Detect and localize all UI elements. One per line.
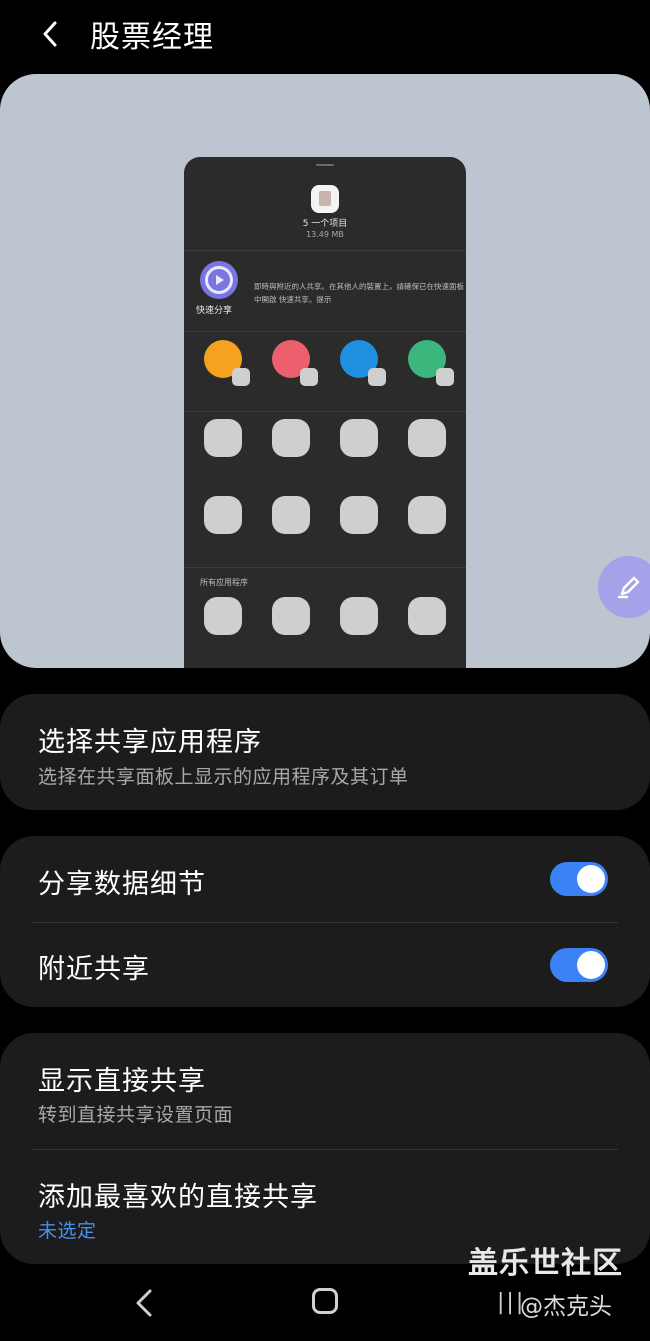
app-icon-placeholder xyxy=(408,496,446,534)
system-nav-bar: ||| xyxy=(0,1270,650,1341)
app-icon-placeholder xyxy=(204,419,242,457)
app-icon-placeholder xyxy=(272,496,310,534)
nav-back-button[interactable] xyxy=(132,1286,156,1324)
nearby-share-toggle[interactable] xyxy=(550,948,608,982)
contact-avatar xyxy=(272,340,318,386)
app-icon-placeholder xyxy=(340,496,378,534)
row-title: 显示直接共享 xyxy=(38,1066,206,1097)
nav-recents-button[interactable]: ||| xyxy=(497,1290,525,1315)
quick-share-description: 即時與附近的人共享。在其他人的裝置上，請確保已在快速面板中開啟 快速共享。提示 xyxy=(254,282,464,304)
app-icon-placeholder xyxy=(340,419,378,457)
divider xyxy=(184,250,466,251)
nav-home-button[interactable] xyxy=(312,1288,338,1314)
row-title: 分享数据细节 xyxy=(38,869,206,900)
divider xyxy=(184,331,466,332)
row-title: 添加最喜欢的直接共享 xyxy=(38,1182,318,1213)
row-title: 附近共享 xyxy=(38,954,150,985)
page-title: 股票经理 xyxy=(90,20,214,55)
quick-share-label: 快速分享 xyxy=(196,306,233,316)
contact-avatar xyxy=(408,340,454,386)
items-size: 13.49 MB xyxy=(306,230,344,239)
divider xyxy=(184,567,466,568)
items-count: 5 一个项目 xyxy=(302,219,348,229)
row-title: 选择共享应用程序 xyxy=(38,727,262,758)
pencil-icon xyxy=(617,576,640,599)
nearby-share-row[interactable]: 附近共享 xyxy=(0,922,650,1007)
divider xyxy=(184,411,466,412)
app-icon-placeholder xyxy=(204,597,242,635)
row-subtitle: 选择在共享面板上显示的应用程序及其订单 xyxy=(38,766,409,788)
app-icon-placeholder xyxy=(408,597,446,635)
drag-handle xyxy=(316,164,334,166)
direct-share-card: 显示直接共享 转到直接共享设置页面 添加最喜欢的直接共享 未选定 xyxy=(0,1033,650,1264)
chevron-left-icon xyxy=(136,1289,152,1317)
choose-share-apps-card: 选择共享应用程序 选择在共享面板上显示的应用程序及其订单 xyxy=(0,694,650,810)
app-icon-placeholder xyxy=(272,597,310,635)
row-subtitle-status: 未选定 xyxy=(38,1220,97,1242)
share-data-details-toggle[interactable] xyxy=(550,862,608,896)
contact-avatar xyxy=(340,340,386,386)
app-icon-placeholder xyxy=(408,419,446,457)
app-icon-placeholder xyxy=(272,419,310,457)
file-icon xyxy=(311,185,339,213)
row-subtitle: 转到直接共享设置页面 xyxy=(38,1104,234,1126)
share-panel-preview: 5 一个项目 13.49 MB 快速分享 即時與附近的人共享。在其他人的裝置上，… xyxy=(0,74,650,668)
share-data-details-row[interactable]: 分享数据细节 xyxy=(0,836,650,922)
app-icon-placeholder xyxy=(204,496,242,534)
chevron-left-icon xyxy=(43,21,57,47)
choose-share-apps-row[interactable]: 选择共享应用程序 选择在共享面板上显示的应用程序及其订单 xyxy=(0,694,650,810)
header-bar: 股票经理 xyxy=(0,0,650,70)
sharing-toggles-card: 分享数据细节 附近共享 xyxy=(0,836,650,1007)
app-icon-placeholder xyxy=(340,597,378,635)
back-button[interactable] xyxy=(30,14,70,54)
contact-avatar xyxy=(204,340,250,386)
all-apps-label: 所有应用程序 xyxy=(200,578,248,587)
phone-mockup: 5 一个项目 13.49 MB 快速分享 即時與附近的人共享。在其他人的裝置上，… xyxy=(184,157,466,668)
quick-share-icon xyxy=(200,261,238,299)
show-direct-share-row[interactable]: 显示直接共享 转到直接共享设置页面 xyxy=(0,1033,650,1149)
